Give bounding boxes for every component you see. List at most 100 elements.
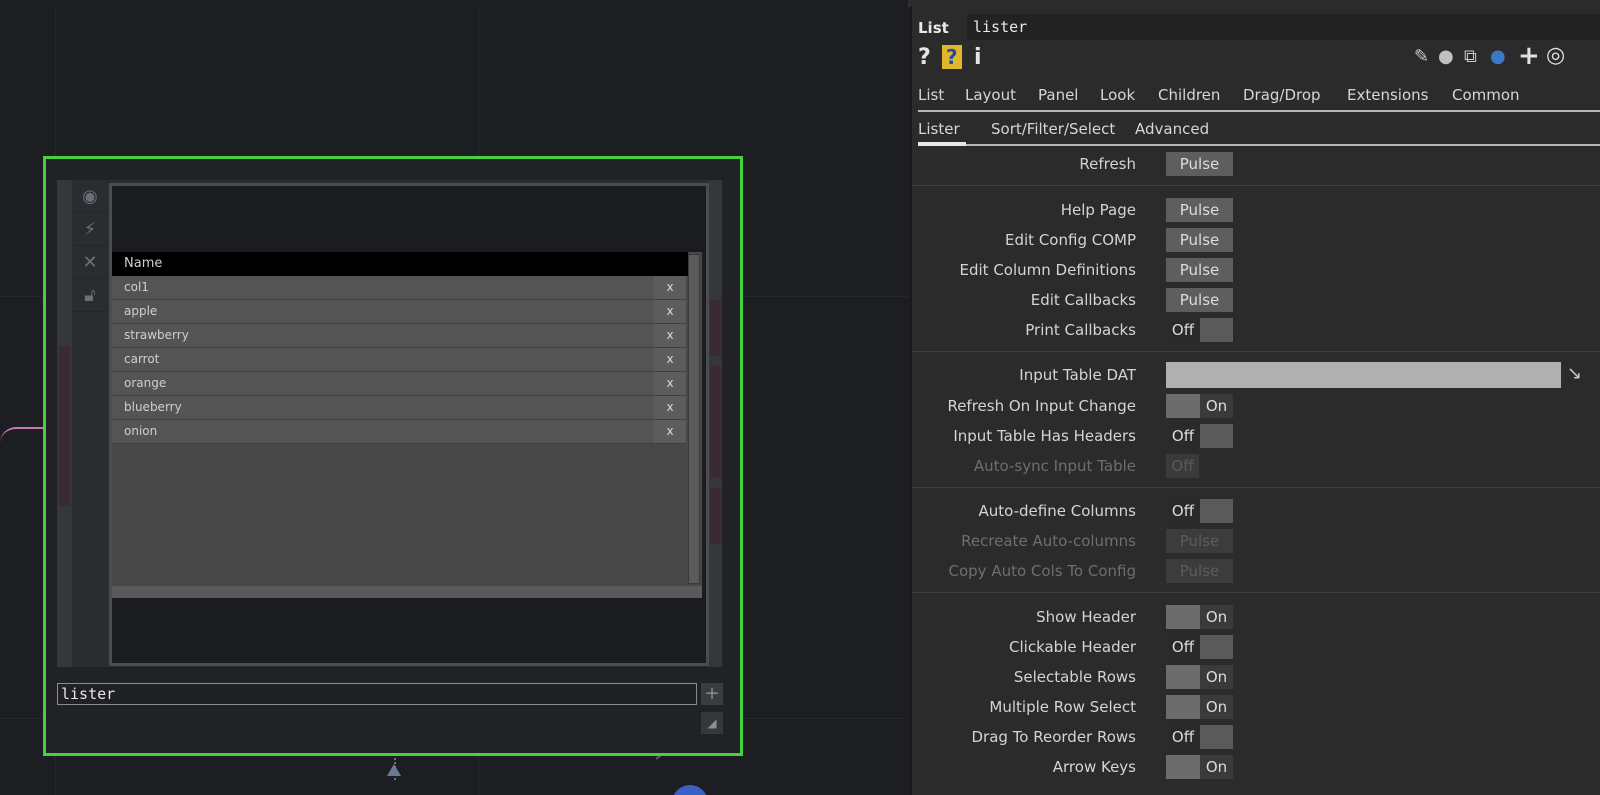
remove-button[interactable]: x: [654, 324, 686, 347]
param-multi-select: Multiple Row Select On: [912, 693, 1600, 721]
info-icon[interactable]: i: [974, 45, 982, 70]
vertical-scrollbar[interactable]: [688, 254, 700, 584]
table-row[interactable]: carrot x: [112, 348, 686, 372]
edit-icon[interactable]: ✎: [1414, 46, 1429, 67]
dependency-arrow-icon: [387, 764, 401, 776]
python-icon[interactable]: ●: [1490, 46, 1506, 67]
edit-columns-pulse-button[interactable]: Pulse: [1166, 258, 1233, 282]
param-label: Print Callbacks: [1025, 321, 1136, 339]
param-label: Refresh On Input Change: [947, 397, 1136, 415]
parameter-dialog: List lister ? ? i ✎ ● ⧉ ● + ◎ List Layou…: [910, 6, 1600, 795]
print-callbacks-toggle[interactable]: Off: [1166, 318, 1233, 342]
multi-select-toggle[interactable]: On: [1166, 695, 1233, 719]
refresh-on-input-toggle[interactable]: On: [1166, 394, 1233, 418]
divider: [912, 351, 1600, 352]
param-arrow-keys: Arrow Keys On: [912, 753, 1600, 781]
param-label: Clickable Header: [1009, 638, 1136, 656]
table-row[interactable]: col1 x: [112, 276, 686, 300]
toggle-value: Off: [1166, 454, 1199, 478]
toggle-switch: [1200, 635, 1233, 659]
selectable-rows-toggle[interactable]: On: [1166, 665, 1233, 689]
divider: [912, 487, 1600, 488]
clickable-header-toggle[interactable]: Off: [1166, 635, 1233, 659]
drag-reorder-toggle[interactable]: Off: [1166, 725, 1233, 749]
remove-button[interactable]: x: [654, 420, 686, 443]
sub-tabs: Lister Sort/Filter/Select Advanced: [918, 116, 1600, 146]
network-editor[interactable]: ◉ ⚡ ✕ 🔓︎ Name col1 x apple x strawberry x c…: [0, 0, 908, 795]
output-connector[interactable]: [710, 488, 721, 544]
output-connector-bar[interactable]: [709, 180, 722, 667]
remove-button[interactable]: x: [654, 300, 686, 323]
toggle-switch: [1200, 318, 1233, 342]
row-label[interactable]: carrot: [112, 348, 654, 371]
toggle-switch: [1200, 499, 1233, 523]
remove-button[interactable]: x: [654, 396, 686, 419]
param-recreate-auto: Recreate Auto-columns Pulse: [912, 527, 1600, 555]
help-page-pulse-button[interactable]: Pulse: [1166, 198, 1233, 222]
node-flags: ◉ ⚡ ✕ 🔓︎: [74, 180, 106, 667]
lock-icon[interactable]: 🔓︎: [74, 279, 106, 312]
clone-icon[interactable]: ⧉: [1464, 46, 1477, 67]
lister-node[interactable]: ◉ ⚡ ✕ 🔓︎ Name col1 x apple x strawberry x c…: [43, 156, 743, 756]
remove-button[interactable]: x: [654, 372, 686, 395]
row-label[interactable]: onion: [112, 420, 654, 443]
refresh-pulse-button[interactable]: Pulse: [1166, 152, 1233, 176]
connected-node[interactable]: [672, 785, 708, 795]
help-icon[interactable]: ?: [918, 45, 931, 70]
input-connector-bar[interactable]: [57, 180, 72, 667]
python-help-icon[interactable]: ?: [942, 45, 962, 69]
comment-icon[interactable]: ●: [1438, 46, 1454, 67]
bypass-icon[interactable]: ✕: [74, 246, 106, 279]
drop-arrow-icon[interactable]: ↘: [1567, 363, 1593, 387]
table-row[interactable]: onion x: [112, 420, 686, 444]
tab-panel[interactable]: Panel: [1038, 86, 1078, 104]
remove-button[interactable]: x: [654, 348, 686, 371]
lister-table[interactable]: Name col1 x apple x strawberry x carrot x or…: [112, 252, 702, 598]
copy-auto-pulse-button: Pulse: [1166, 559, 1233, 583]
operator-name-field[interactable]: lister: [967, 14, 1600, 40]
tab-look[interactable]: Look: [1100, 86, 1135, 104]
row-label[interactable]: strawberry: [112, 324, 654, 347]
add-icon[interactable]: +: [1518, 41, 1540, 71]
remove-button[interactable]: x: [654, 276, 686, 299]
tab-drag-drop[interactable]: Drag/Drop: [1243, 86, 1321, 104]
show-header-toggle[interactable]: On: [1166, 605, 1233, 629]
row-label[interactable]: blueberry: [112, 396, 654, 419]
tab-extensions[interactable]: Extensions: [1347, 86, 1428, 104]
input-headers-toggle[interactable]: Off: [1166, 424, 1233, 448]
viewer-icon[interactable]: ◉: [74, 180, 106, 213]
add-icon[interactable]: +: [701, 683, 723, 705]
table-row[interactable]: strawberry x: [112, 324, 686, 348]
node-name-field[interactable]: lister: [57, 683, 697, 705]
input-table-field[interactable]: [1166, 362, 1561, 388]
tab-sort-filter-select[interactable]: Sort/Filter/Select: [991, 120, 1115, 138]
tab-layout[interactable]: Layout: [965, 86, 1016, 104]
output-connector[interactable]: [710, 366, 721, 478]
resize-handle-icon[interactable]: ◢: [701, 712, 723, 734]
arrow-keys-toggle[interactable]: On: [1166, 755, 1233, 779]
node-viewer[interactable]: ◉ ⚡ ✕ 🔓︎ Name col1 x apple x strawberry x c…: [57, 180, 722, 667]
tab-children[interactable]: Children: [1158, 86, 1220, 104]
target-icon[interactable]: ◎: [1546, 43, 1565, 68]
table-row[interactable]: orange x: [112, 372, 686, 396]
row-label[interactable]: col1: [112, 276, 654, 299]
tab-advanced[interactable]: Advanced: [1135, 120, 1209, 138]
input-connector[interactable]: [59, 346, 70, 506]
row-label[interactable]: orange: [112, 372, 654, 395]
column-header[interactable]: Name: [112, 252, 688, 276]
row-label[interactable]: apple: [112, 300, 654, 323]
edit-callbacks-pulse-button[interactable]: Pulse: [1166, 288, 1233, 312]
tab-common[interactable]: Common: [1452, 86, 1520, 104]
tab-lister[interactable]: Lister: [918, 120, 966, 146]
param-label: Edit Callbacks: [1030, 291, 1136, 309]
auto-define-toggle[interactable]: Off: [1166, 499, 1233, 523]
table-row[interactable]: blueberry x: [112, 396, 686, 420]
graph-icon[interactable]: ⚡: [74, 213, 106, 246]
toggle-value: On: [1200, 394, 1233, 418]
table-row[interactable]: apple x: [112, 300, 686, 324]
edit-config-pulse-button[interactable]: Pulse: [1166, 228, 1233, 252]
horizontal-scrollbar[interactable]: [112, 586, 702, 598]
param-auto-define: Auto-define Columns Off: [912, 497, 1600, 525]
output-connector[interactable]: [710, 300, 721, 356]
tab-list[interactable]: List: [918, 86, 944, 104]
